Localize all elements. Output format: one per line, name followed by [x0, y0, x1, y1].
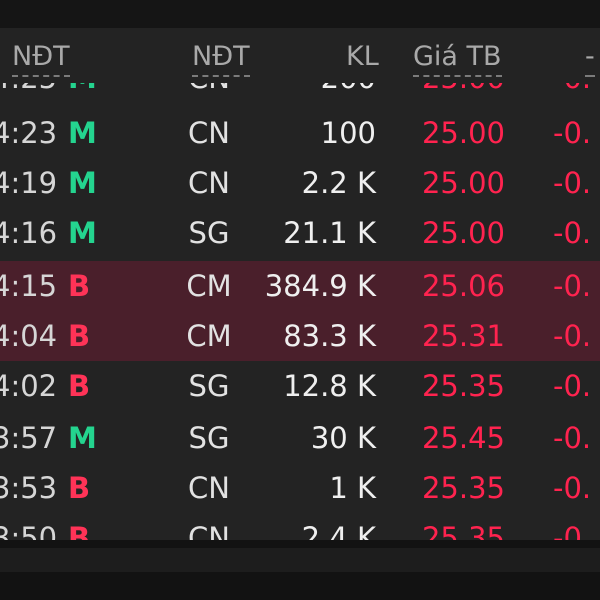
avg-price-cell: 25.00: [405, 83, 505, 103]
side-badge: B: [68, 369, 91, 403]
volume-cell: 2.4 K: [301, 521, 376, 541]
table-row[interactable]: 4:23 M CN 100 25.00 -0.: [0, 108, 600, 158]
change-cell: -0.: [553, 471, 592, 505]
change-cell: -0.: [553, 521, 592, 541]
change-cell: -0.: [553, 83, 600, 103]
investor-type: SG: [188, 421, 230, 455]
time-cell: 4:04: [0, 319, 58, 353]
avg-price-cell: 25.06: [421, 269, 505, 303]
investor-type: SG: [188, 369, 230, 403]
table-row[interactable]: 4:02 B SG 12.8 K 25.35 -0.: [0, 361, 600, 411]
change-cell: -0.: [553, 166, 592, 200]
table-header: NĐT NĐT KL Giá TB -: [0, 38, 600, 80]
time-cell: 4:23: [0, 116, 58, 150]
table-row[interactable]: 4:15 B CM 384.9 K 25.06 -0.: [0, 261, 600, 311]
change-cell: -0.: [553, 116, 592, 150]
change-cell: -0.: [553, 319, 592, 353]
time-cell: 4:19: [0, 166, 58, 200]
header-side-column[interactable]: NĐT: [12, 40, 70, 77]
avg-price-cell: 25.35: [421, 369, 505, 403]
volume-cell: 384.9 K: [264, 269, 376, 303]
change-cell: -0.: [553, 369, 592, 403]
side-badge: B: [68, 521, 91, 541]
side-badge: B: [68, 319, 91, 353]
investor-type: CN: [172, 83, 246, 103]
header-avg-price-column[interactable]: Giá TB: [413, 40, 502, 77]
top-band: [0, 0, 600, 29]
investor-type: CM: [186, 269, 232, 303]
time-cell: 3:53: [0, 471, 58, 505]
investor-type: CN: [188, 521, 230, 541]
volume-cell: 100: [320, 116, 376, 150]
trade-history-screen: NĐT NĐT KL Giá TB - 4:25 M CN 200 25.00 …: [0, 0, 600, 600]
table-row[interactable]: 4:19 M CN 2.2 K 25.00 -0.: [0, 158, 600, 208]
time-cell: 4:15: [0, 269, 58, 303]
volume-cell: 21.1 K: [283, 216, 376, 250]
side-badge: B: [68, 269, 91, 303]
time-cell: 4:02: [0, 369, 58, 403]
table-row[interactable]: 3:57 M SG 30 K 25.45 -0.: [0, 413, 600, 463]
volume-cell: 30 K: [310, 421, 376, 455]
investor-type: CM: [186, 319, 232, 353]
time-cell: 3:57: [0, 421, 58, 455]
table-row[interactable]: 3:50 B CN 2.4 K 25.35 -0.: [0, 513, 600, 541]
avg-price-cell: 25.00: [421, 116, 505, 150]
header-change-column[interactable]: -: [585, 40, 595, 77]
avg-price-cell: 25.35: [421, 521, 505, 541]
investor-type: CN: [188, 116, 230, 150]
side-badge: M: [68, 421, 97, 455]
avg-price-cell: 25.31: [421, 319, 505, 353]
avg-price-cell: 25.00: [421, 216, 505, 250]
side-badge: M: [68, 83, 102, 103]
side-badge: B: [68, 471, 91, 505]
volume-cell: 2.2 K: [301, 166, 376, 200]
avg-price-cell: 25.45: [421, 421, 505, 455]
volume-cell: 1 K: [329, 471, 376, 505]
table-row[interactable]: 4:16 M SG 21.1 K 25.00 -0.: [0, 208, 600, 258]
investor-type: CN: [188, 471, 230, 505]
table-row[interactable]: 4:04 B CM 83.3 K 25.31 -0.: [0, 311, 600, 361]
investor-type: SG: [188, 216, 230, 250]
side-badge: M: [68, 166, 97, 200]
avg-price-cell: 25.35: [421, 471, 505, 505]
change-cell: -0.: [553, 216, 592, 250]
change-cell: -0.: [553, 421, 592, 455]
table-row[interactable]: 3:53 B CN 1 K 25.35 -0.: [0, 463, 600, 513]
header-investor-column[interactable]: NĐT: [192, 40, 250, 77]
volume-cell: 83.3 K: [283, 319, 376, 353]
trade-list: 4:25 M CN 200 25.00 -0. 4:23 M CN 100 25…: [0, 83, 600, 541]
bottom-scroll-strip: [0, 548, 600, 572]
time-cell: 4:16: [0, 216, 58, 250]
volume-cell: 12.8 K: [283, 369, 376, 403]
change-cell: -0.: [553, 269, 592, 303]
header-volume-column[interactable]: KL: [346, 40, 379, 74]
side-badge: M: [68, 116, 97, 150]
table-row[interactable]: 4:25 M CN 200 25.00 -0.: [0, 83, 600, 103]
side-badge: M: [68, 216, 97, 250]
avg-price-cell: 25.00: [421, 166, 505, 200]
time-cell: 4:25: [0, 83, 57, 103]
time-cell: 3:50: [0, 521, 58, 541]
investor-type: CN: [188, 166, 230, 200]
volume-cell: 200: [246, 83, 376, 103]
